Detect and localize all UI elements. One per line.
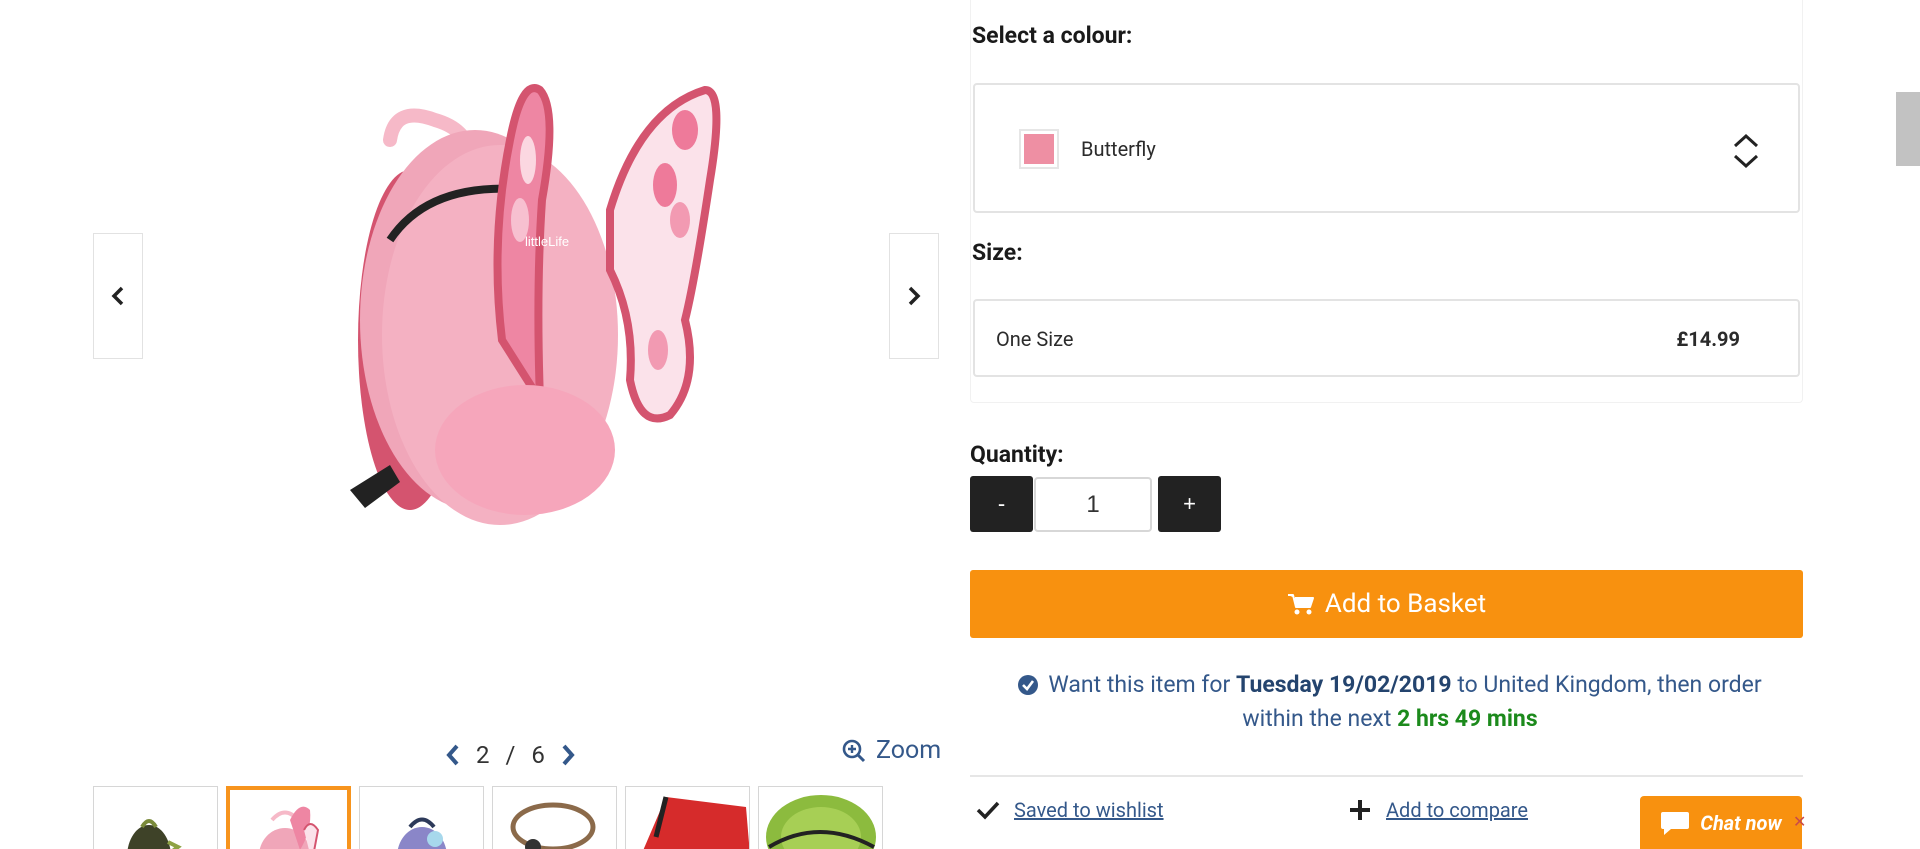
colour-dropdown[interactable]: Butterfly: [973, 83, 1800, 213]
zoom-label: Zoom: [876, 736, 942, 765]
quantity-decrease-button[interactable]: -: [970, 476, 1033, 532]
wishlist-label[interactable]: Saved to wishlist: [1014, 798, 1164, 822]
shopping-cart-icon: [1287, 594, 1314, 615]
chat-now-button[interactable]: Chat now: [1640, 796, 1802, 849]
product-main-image[interactable]: littleLife: [240, 20, 800, 560]
colour-swatch: [1019, 129, 1059, 169]
thumbnail-6[interactable]: [758, 786, 883, 849]
brand-logo: littleLife: [525, 234, 569, 249]
checkmark-icon: [976, 801, 1000, 820]
delivery-date: Tuesday 19/02/2019: [1236, 671, 1452, 698]
zoom-button[interactable]: Zoom: [842, 736, 941, 765]
chat-close-icon[interactable]: ✕: [1793, 812, 1806, 831]
check-circle-icon: [1018, 675, 1039, 695]
thumbnail-2[interactable]: [226, 786, 351, 849]
thumbnail-3[interactable]: [359, 786, 484, 849]
chat-bubble-icon: [1661, 811, 1690, 835]
chat-label: Chat now: [1700, 810, 1782, 835]
add-to-basket-label: Add to Basket: [1324, 589, 1487, 619]
size-option-price: £14.99: [1676, 327, 1740, 351]
image-pager: 2 / 6: [446, 741, 575, 769]
delivery-message: Want this item for Tuesday 19/02/2019 to…: [990, 668, 1790, 736]
divider: [970, 775, 1803, 777]
pager-separator: /: [505, 741, 516, 769]
thumbnail-5[interactable]: [625, 786, 750, 849]
chevron-left-icon: [111, 286, 124, 306]
pager-total: 6: [531, 741, 545, 769]
delivery-prefix: Want this item for: [1048, 671, 1231, 698]
scrollbar-thumb[interactable]: [1896, 92, 1920, 166]
plus-icon: [1350, 800, 1370, 820]
thumbnail-1[interactable]: [93, 786, 218, 849]
size-label: Size:: [972, 239, 1023, 266]
wishlist-link[interactable]: Saved to wishlist: [976, 798, 1164, 822]
colour-label: Select a colour:: [972, 22, 1133, 49]
delivery-countdown: 2 hrs 49 mins: [1397, 705, 1538, 732]
add-to-basket-button[interactable]: Add to Basket: [970, 570, 1803, 638]
thumbnail-strip: [93, 786, 883, 849]
selected-colour: Butterfly: [1081, 137, 1156, 161]
pager-current: 2: [476, 741, 490, 769]
quantity-input[interactable]: [1034, 477, 1152, 532]
pager-prev-icon[interactable]: [446, 744, 460, 766]
size-option[interactable]: One Size £14.99: [973, 299, 1800, 377]
compare-label[interactable]: Add to compare: [1386, 798, 1528, 822]
compare-link[interactable]: Add to compare: [1348, 798, 1528, 822]
previous-image-button[interactable]: [93, 233, 143, 359]
page-scrollbar[interactable]: [1896, 0, 1920, 849]
quantity-increase-button[interactable]: +: [1158, 476, 1221, 532]
next-image-button[interactable]: [889, 233, 939, 359]
pager-next-icon[interactable]: [561, 744, 575, 766]
thumbnail-4[interactable]: [492, 786, 617, 849]
zoom-in-icon: [842, 739, 866, 762]
size-option-name: One Size: [996, 327, 1074, 351]
chevron-up-down-icon: [1733, 133, 1759, 169]
quantity-label: Quantity:: [970, 441, 1064, 468]
chevron-right-icon: [908, 286, 921, 306]
